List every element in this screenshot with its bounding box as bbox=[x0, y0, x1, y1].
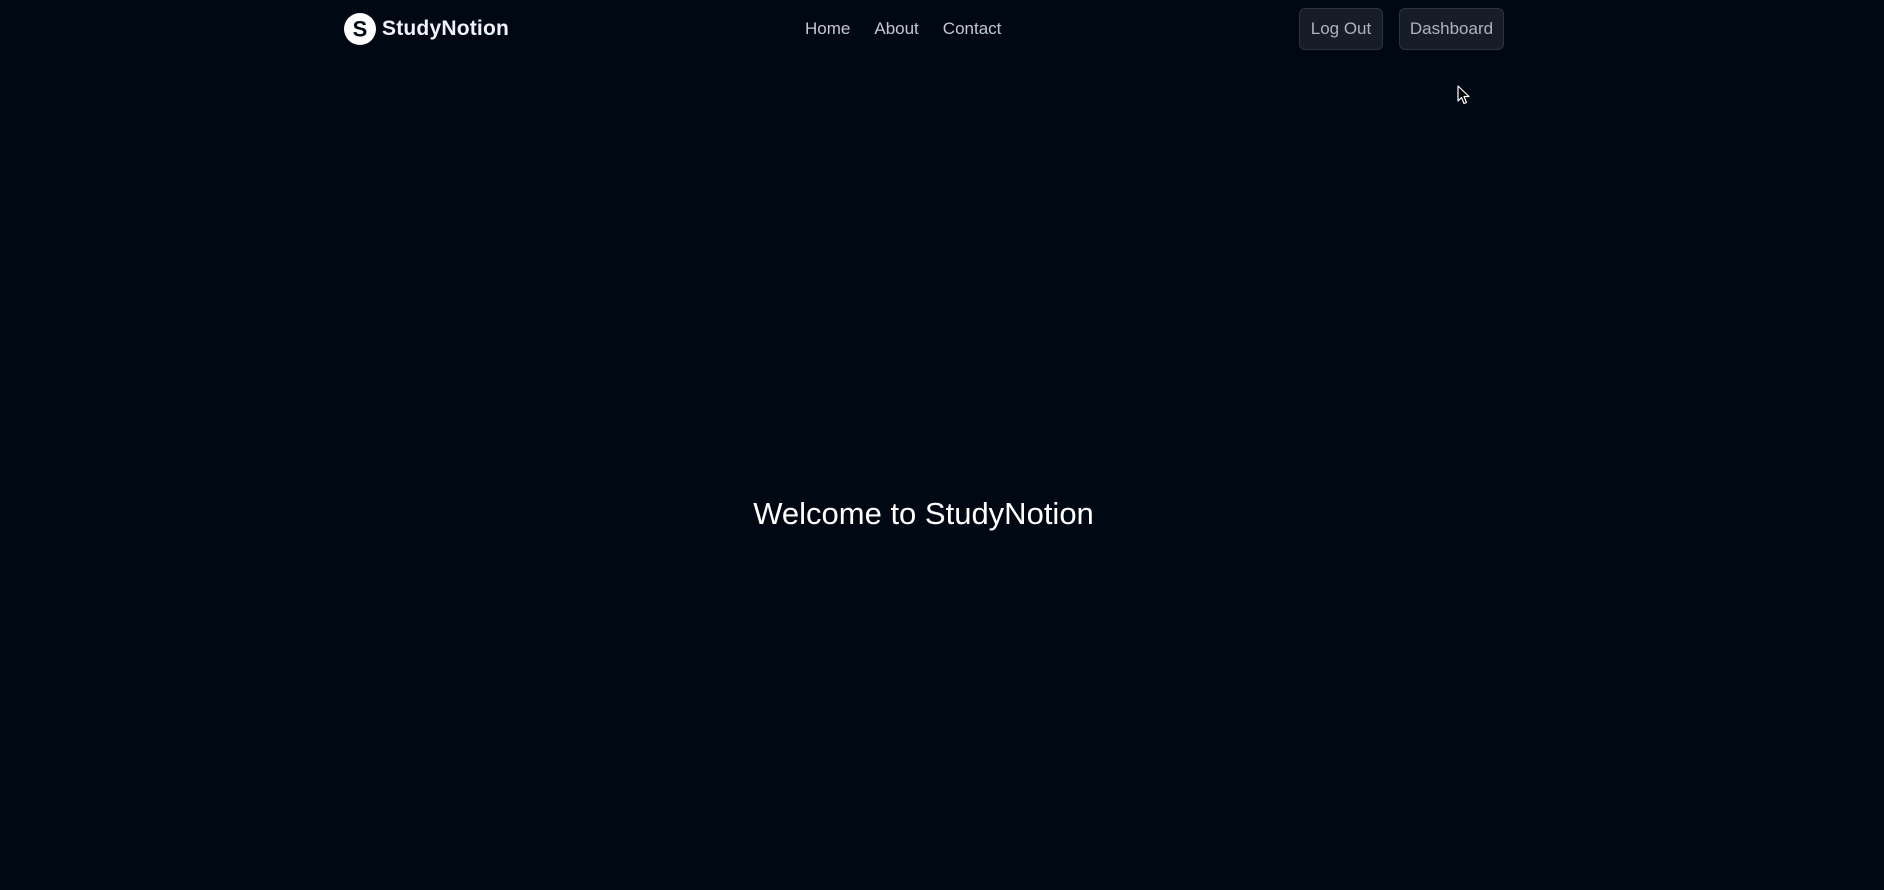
main-nav: Home About Contact bbox=[805, 18, 1001, 40]
nav-link-about[interactable]: About bbox=[874, 19, 918, 38]
dashboard-button[interactable]: Dashboard bbox=[1399, 8, 1504, 50]
brand-logo-link[interactable]: S StudyNotion bbox=[344, 12, 509, 46]
svg-text:S: S bbox=[353, 17, 368, 42]
nav-item-about: About bbox=[874, 18, 918, 40]
brand-name: StudyNotion bbox=[382, 17, 510, 40]
nav-link-home[interactable]: Home bbox=[805, 19, 850, 38]
logout-button[interactable]: Log Out bbox=[1299, 8, 1383, 50]
nav-link-contact[interactable]: Contact bbox=[943, 19, 1002, 38]
top-navbar: S StudyNotion Home About Contact Log Out… bbox=[0, 0, 1884, 58]
nav-item-contact: Contact bbox=[943, 18, 1002, 40]
nav-item-home: Home bbox=[805, 18, 850, 40]
mouse-pointer-icon bbox=[1457, 85, 1470, 105]
studynotion-logo-icon: S bbox=[344, 13, 376, 45]
welcome-heading: Welcome to StudyNotion bbox=[753, 496, 1094, 531]
page: S StudyNotion Home About Contact Log Out… bbox=[0, 0, 1884, 890]
